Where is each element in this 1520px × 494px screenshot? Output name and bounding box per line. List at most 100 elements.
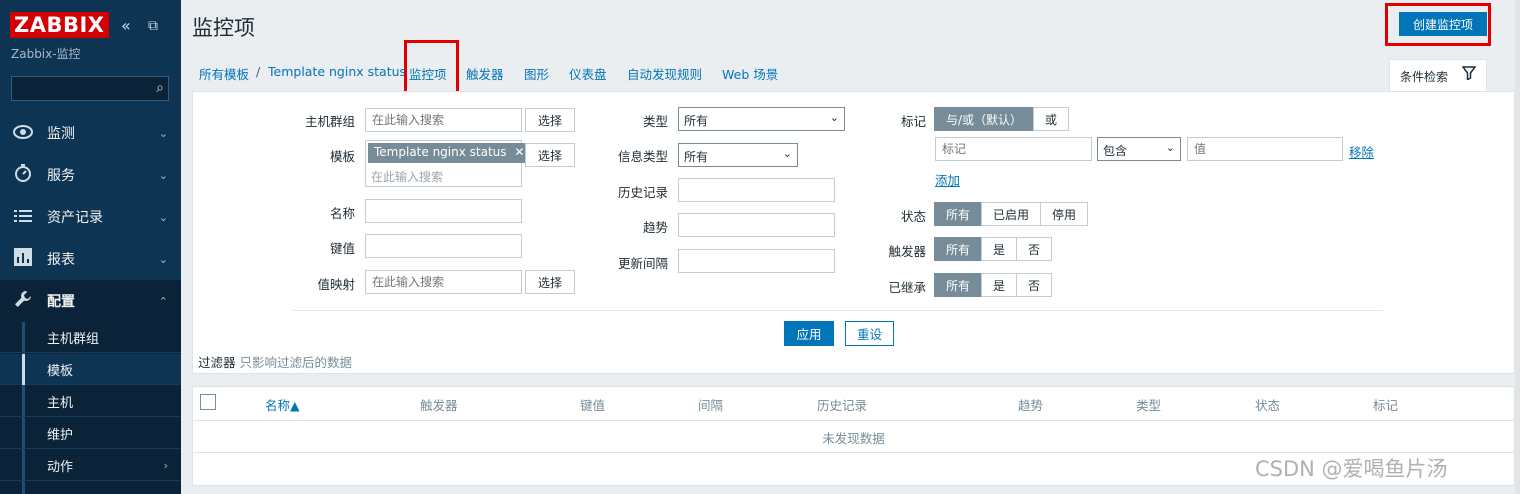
eye-icon [12,124,34,143]
trends-label: 趋势 [642,220,668,235]
key-input[interactable] [365,234,522,258]
column-interval-header[interactable]: 间隔 [698,395,723,414]
remove-chip-icon[interactable]: ✕ [514,145,524,159]
state-label: 状态 [900,209,926,224]
search-icon[interactable]: ⌕ [156,80,164,96]
tab-triggers[interactable]: 触发器 [466,64,504,83]
menu-monitoring[interactable]: 监测 ⌄ [0,112,181,154]
trends-input[interactable] [678,213,835,237]
filter-note-prefix: 过滤器 [198,355,236,370]
tag-remove-link[interactable]: 移除 [1349,142,1374,161]
menu-services[interactable]: 服务 ⌄ [0,154,181,196]
state-toggle[interactable]: 所有 已启用 停用 [934,202,1089,226]
menu-reports[interactable]: 报表 ⌄ [0,238,181,280]
host-group-select-button[interactable]: 选择 [525,108,575,132]
tab-web-scenarios[interactable]: Web 场景 [722,64,778,83]
inherited-toggle[interactable]: 所有 是 否 [934,273,1053,297]
submenu-host-groups[interactable]: 主机群组 [0,322,181,353]
info-type-select-value: 所有 [684,150,709,164]
chevron-up-icon: ⌃ [158,294,168,308]
tag-operator-value: 包含 [1103,144,1128,158]
tag-operator-select[interactable]: 包含 ⌄ [1097,137,1181,161]
submenu-maintenance[interactable]: 维护 [0,418,181,449]
tag-name-input[interactable] [935,137,1092,161]
triggers-toggle[interactable]: 所有 是 否 [934,237,1053,261]
name-input[interactable] [365,199,522,223]
menu-configuration[interactable]: 配置 ⌃ [0,280,181,322]
chevron-down-icon: ⌄ [782,147,792,160]
chevron-down-icon: ⌄ [158,168,168,182]
breadcrumb-all-templates[interactable]: 所有模板 [199,64,249,83]
sidebar-search-input[interactable]: ⌕ [11,76,169,101]
template-search-placeholder: 在此输入搜索 [371,170,444,184]
tags-label: 标记 [900,114,926,129]
tags-evaltype-toggle[interactable]: 与/或（默认） 或 [934,107,1070,131]
create-item-button[interactable]: 创建监控项 [1399,12,1487,36]
menu-label: 资产记录 [47,210,103,226]
tag-add-link[interactable]: 添加 [935,170,960,189]
state-enabled-option[interactable]: 已启用 [981,202,1042,226]
tab-items[interactable]: 监控项 [409,64,447,83]
menu-label: 监测 [47,126,75,142]
reset-button[interactable]: 重设 [845,321,894,346]
filter-tab[interactable]: 条件检索 [1389,59,1487,92]
value-mapping-input[interactable] [365,270,522,294]
apply-button[interactable]: 应用 [784,321,834,346]
update-interval-input[interactable] [678,249,835,273]
triggers-yes-option[interactable]: 是 [981,237,1018,261]
column-history-header[interactable]: 历史记录 [817,395,867,414]
clock-icon [12,164,34,186]
inherited-yes-option[interactable]: 是 [981,273,1018,297]
value-mapping-select-button[interactable]: 选择 [525,270,575,294]
submenu-label: 维护 [47,427,74,443]
state-disabled-option[interactable]: 停用 [1040,202,1089,226]
type-label: 类型 [642,114,668,129]
column-name-header[interactable]: 名称▲ [265,395,300,414]
server-name: Zabbix-监控 [11,47,81,61]
submenu-actions[interactable]: 动作 › [0,450,181,481]
info-type-select[interactable]: 所有 ⌄ [678,143,798,167]
submenu-hosts[interactable]: 主机 [0,386,181,417]
key-label: 键值 [329,241,355,256]
inherited-all-option[interactable]: 所有 [934,273,983,297]
type-select[interactable]: 所有 ⌄ [678,107,845,131]
zabbix-logo[interactable]: ZABBIX [10,12,109,38]
type-select-value: 所有 [684,114,709,128]
tags-and-or-option[interactable]: 与/或（默认） [934,107,1035,131]
triggers-all-option[interactable]: 所有 [934,237,983,261]
submenu-label: 主机 [47,395,74,411]
chevron-right-icon: › [163,458,168,472]
page-scrollbar[interactable] [1515,0,1520,494]
select-all-checkbox[interactable] [200,394,216,410]
menu-label: 报表 [47,252,75,268]
watermark: CSDN @爱喝鱼片汤 [1255,457,1448,481]
triggers-no-option[interactable]: 否 [1016,237,1053,261]
chart-icon [12,248,34,270]
inherited-no-option[interactable]: 否 [1016,273,1053,297]
no-data-message: 未发现数据 [822,431,885,446]
tab-discovery-rules[interactable]: 自动发现规则 [627,64,702,83]
kiosk-mode-icon[interactable]: ⧉ [148,18,158,34]
column-type-header[interactable]: 类型 [1136,395,1161,414]
template-label: 模板 [329,149,355,164]
chevron-down-icon: ⌄ [158,210,168,224]
page-title: 监控项 [192,16,255,40]
state-all-option[interactable]: 所有 [934,202,983,226]
menu-inventory[interactable]: 资产记录 ⌄ [0,196,181,238]
triggers-filter-label: 触发器 [888,244,926,259]
tab-dashboards[interactable]: 仪表盘 [569,64,607,83]
submenu-templates[interactable]: 模板 [0,354,181,385]
column-key-header[interactable]: 键值 [580,395,605,414]
tag-value-input[interactable] [1187,137,1343,161]
column-status-header[interactable]: 状态 [1255,395,1280,414]
template-chip-label: Template nginx status [374,145,507,159]
menu-label: 配置 [47,294,75,310]
breadcrumb-template[interactable]: Template nginx status [268,64,406,79]
template-select-button[interactable]: 选择 [525,143,575,167]
host-group-input[interactable] [365,108,522,132]
tab-graphs[interactable]: 图形 [524,64,549,83]
collapse-sidebar-icon[interactable]: « [121,16,131,35]
tags-or-option[interactable]: 或 [1033,107,1070,131]
history-input[interactable] [678,178,835,202]
column-trends-header[interactable]: 趋势 [1018,395,1043,414]
